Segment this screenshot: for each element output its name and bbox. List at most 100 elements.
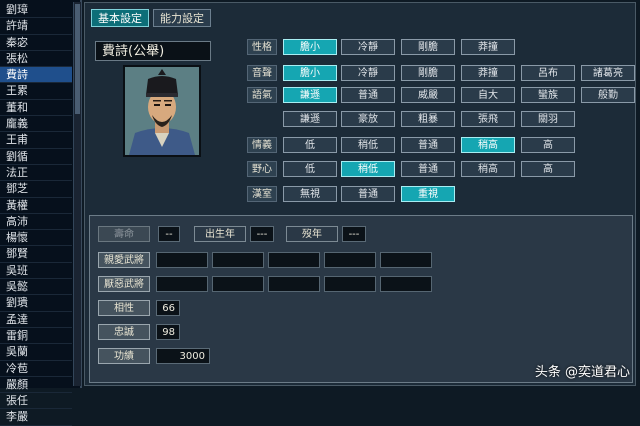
officer-portrait [123,65,201,157]
officer-list-item[interactable]: 王累 [0,83,72,100]
scrollbar-thumb[interactable] [75,4,80,114]
trait-option-button[interactable]: 膽小 [283,39,337,55]
hostile-officers-button[interactable]: 厭惡武將 [98,276,150,292]
officer-list-item[interactable]: 法正 [0,165,72,182]
officer-name-field: 費詩(公舉) [95,41,211,61]
friendly-officer-slot[interactable] [268,252,320,268]
trait-option-button[interactable]: 莽撞 [461,65,515,81]
friendly-officer-slot[interactable] [156,252,208,268]
death-year-label: 歿年 [286,226,338,242]
trait-option-button[interactable]: 諸葛亮 [581,65,635,81]
trait-option-button[interactable]: 冷靜 [341,65,395,81]
trait-option-button[interactable]: 稍高 [461,161,515,177]
trait-option-button[interactable]: 剛膽 [401,39,455,55]
trait-option-button[interactable]: 普通 [401,137,455,153]
officer-list-item[interactable]: 吳蘭 [0,344,72,361]
officer-list-item[interactable]: 李嚴 [0,409,72,426]
trait-option-button[interactable]: 高 [521,137,575,153]
trait-option-button[interactable]: 普通 [341,87,395,103]
officer-list-item[interactable]: 劉璋 [0,2,72,19]
trait-option-button[interactable]: 重視 [401,186,455,202]
trait-option-button[interactable]: 自大 [461,87,515,103]
trait-option-button[interactable]: 稍高 [461,137,515,153]
trait-option-button[interactable]: 剛膽 [401,65,455,81]
trait-option-button[interactable]: 呂布 [521,65,575,81]
hostile-officer-slot[interactable] [212,276,264,292]
hostile-officer-slot[interactable] [324,276,376,292]
hostile-officer-slot[interactable] [156,276,208,292]
trait-option-button[interactable]: 普通 [401,161,455,177]
officer-list-item[interactable]: 楊懷 [0,230,72,247]
loyalty-value: 98 [156,324,180,340]
trait-label: 情義 [247,137,277,153]
birth-year-label: 出生年 [194,226,246,242]
officer-list-item[interactable]: 龐義 [0,116,72,133]
compatibility-button[interactable]: 相性 [98,300,150,316]
officer-list-item[interactable]: 費詩 [0,67,72,84]
trait-option-button[interactable]: 冷靜 [341,39,395,55]
trait-label: 音聲 [247,65,277,81]
trait-option-button[interactable]: 般勤 [581,87,635,103]
trait-option-button[interactable]: 高 [521,161,575,177]
trait-option-button[interactable]: 張飛 [461,111,515,127]
watermark: 头条 @奕道君心 [534,365,630,380]
trait-option-button[interactable]: 普通 [341,186,395,202]
tab-ability-settings[interactable]: 能力設定 [153,9,211,27]
friendly-officer-slot[interactable] [324,252,376,268]
trait-option-button[interactable]: 蠻族 [521,87,575,103]
trait-option-button[interactable]: 低 [283,137,337,153]
trait-label: 性格 [247,39,277,55]
officer-list-item[interactable]: 雷銅 [0,328,72,345]
officer-list-item[interactable]: 孟達 [0,312,72,328]
death-year-value: --- [342,226,366,242]
friendly-officers-button[interactable]: 親愛武將 [98,252,150,268]
trait-option-button[interactable]: 關羽 [521,111,575,127]
compatibility-value: 66 [156,300,180,316]
merit-value: 3000 [156,348,210,364]
life-button[interactable]: 壽命 [98,226,150,242]
trait-label: 語氣 [247,87,277,103]
trait-option-button[interactable]: 稍低 [341,137,395,153]
officer-list-item[interactable]: 高沛 [0,214,72,231]
officer-editor-panel: 基本設定 能力設定 費詩(公舉) 性格 膽小 冷靜 剛膽 莽撞 音聲 膽小 冷靜 剛膽 莽撞 呂布諸… [84,2,636,386]
trait-option-button[interactable]: 謙遜 [283,111,337,127]
officer-list-item[interactable]: 吳懿 [0,279,72,296]
officer-list-item[interactable]: 鄧芝 [0,181,72,198]
officer-list-item[interactable]: 吳班 [0,263,72,280]
trait-option-button[interactable]: 低 [283,161,337,177]
friendly-officer-slot[interactable] [212,252,264,268]
officer-list-item[interactable]: 王甫 [0,132,72,149]
portrait-icon [125,67,199,155]
trait-option-button[interactable]: 豪放 [341,111,395,127]
officer-list-item[interactable]: 董和 [0,100,72,117]
officer-list-item[interactable]: 許靖 [0,18,72,35]
trait-option-button[interactable]: 威嚴 [401,87,455,103]
trait-label: 野心 [247,161,277,177]
trait-option-button[interactable]: 無視 [283,186,337,202]
friendly-officer-slot[interactable] [380,252,432,268]
officer-list-item[interactable]: 劉璝 [0,295,72,312]
officer-list-scrollbar[interactable] [73,2,81,386]
officer-list-item[interactable]: 張任 [0,393,72,410]
birth-year-value: --- [250,226,274,242]
trait-option-button[interactable]: 膽小 [283,65,337,81]
trait-option-button[interactable]: 稍低 [341,161,395,177]
officer-list-item[interactable]: 鄧賢 [0,246,72,263]
officer-list-item[interactable]: 劉循 [0,149,72,165]
officer-list-item[interactable]: 黃權 [0,198,72,214]
officer-list-item[interactable]: 冷苞 [0,361,72,377]
hostile-officer-slot[interactable] [268,276,320,292]
merit-button[interactable]: 功績 [98,348,150,364]
trait-option-button[interactable]: 謙遜 [283,87,337,103]
officer-list: 劉璋 許靖 秦宓 張松 費詩 王累 董和 龐義 王甫 劉循 法正 鄧芝 黃權 高沛 楊懷 鄧賢 吳班 吳懿 劉璝 孟達… [0,2,72,426]
trait-label: 漢室 [247,186,277,202]
trait-option-button[interactable]: 粗暴 [401,111,455,127]
officer-list-item[interactable]: 秦宓 [0,35,72,51]
hostile-officer-slot[interactable] [380,276,432,292]
loyalty-button[interactable]: 忠誠 [98,324,150,340]
tab-basic-settings[interactable]: 基本設定 [91,9,149,27]
life-value: -- [158,226,180,242]
officer-list-item[interactable]: 張松 [0,51,72,68]
trait-option-button[interactable]: 莽撞 [461,39,515,55]
officer-list-item[interactable]: 嚴顏 [0,377,72,394]
